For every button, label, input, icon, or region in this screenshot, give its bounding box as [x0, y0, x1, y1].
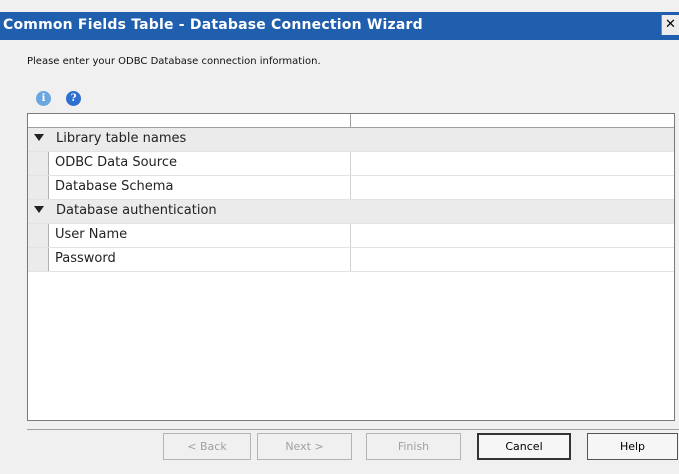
property-label: Database Schema	[55, 179, 174, 194]
property-row-database-schema[interactable]: Database Schema	[28, 176, 674, 200]
category-label: Library table names	[56, 131, 187, 146]
property-name-cell[interactable]: ODBC Data Source	[48, 152, 350, 175]
property-name-cell[interactable]: Password	[48, 248, 350, 271]
column-divider[interactable]	[350, 114, 351, 127]
row-gutter	[28, 224, 48, 247]
property-name-cell[interactable]: User Name	[48, 224, 350, 247]
property-name-cell[interactable]: Database Schema	[48, 176, 350, 199]
user-name-value[interactable]	[350, 224, 674, 247]
property-label: ODBC Data Source	[55, 155, 177, 170]
close-button[interactable]: ✕	[661, 15, 679, 35]
property-row-odbc-data-source[interactable]: ODBC Data Source	[28, 152, 674, 176]
title-bar: Common Fields Table - Database Connectio…	[0, 12, 679, 40]
info-icon[interactable]: i	[36, 91, 51, 106]
property-grid: Library table names ODBC Data Source Dat…	[27, 113, 675, 421]
window-title: Common Fields Table - Database Connectio…	[3, 17, 423, 33]
footer-divider	[27, 429, 679, 430]
category-row-database-authentication[interactable]: Database authentication	[28, 200, 674, 224]
cancel-button[interactable]: Cancel	[477, 433, 571, 460]
category-label: Database authentication	[56, 203, 217, 218]
finish-button[interactable]: Finish	[366, 433, 461, 460]
collapse-arrow-icon[interactable]	[34, 206, 44, 213]
password-value[interactable]	[350, 248, 674, 271]
database-schema-value[interactable]	[350, 176, 674, 199]
row-gutter	[28, 152, 48, 175]
category-row-library-table-names[interactable]: Library table names	[28, 128, 674, 152]
odbc-data-source-value[interactable]	[350, 152, 674, 175]
collapse-arrow-icon[interactable]	[34, 134, 44, 141]
help-icon[interactable]: ?	[66, 91, 81, 106]
help-button[interactable]: Help	[587, 433, 678, 460]
property-row-password[interactable]: Password	[28, 248, 674, 272]
property-row-user-name[interactable]: User Name	[28, 224, 674, 248]
property-label: User Name	[55, 227, 128, 242]
instruction-text: Please enter your ODBC Database connecti…	[27, 56, 321, 67]
row-gutter	[28, 176, 48, 199]
grid-header	[28, 114, 674, 128]
row-gutter	[28, 248, 48, 271]
back-button[interactable]: < Back	[163, 433, 251, 460]
next-button[interactable]: Next >	[257, 433, 352, 460]
property-label: Password	[55, 251, 116, 266]
